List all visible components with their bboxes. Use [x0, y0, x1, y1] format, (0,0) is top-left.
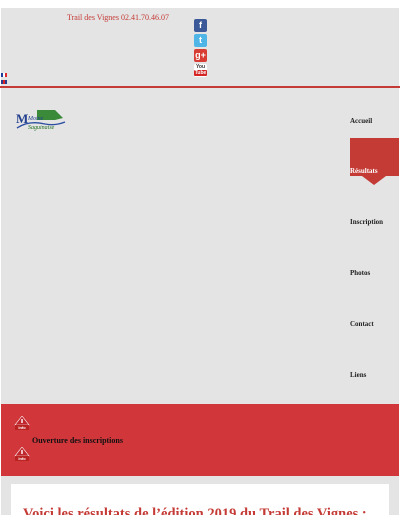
- social-links: f t g+ You Tube: [194, 19, 208, 79]
- youtube-icon[interactable]: You Tube: [194, 64, 207, 77]
- info-alert-icon: Info: [14, 416, 30, 430]
- info-alert-icon: Info: [14, 447, 30, 461]
- site-logo[interactable]: M Moine Saguinaise: [15, 108, 67, 132]
- language-switcher: [1, 73, 9, 87]
- info-badge-label: Info: [18, 456, 26, 461]
- top-header: Trail des Vignes 02.41.70.46.07 f t g+ Y…: [1, 8, 399, 86]
- facebook-icon[interactable]: f: [194, 19, 207, 32]
- google-plus-icon[interactable]: g+: [194, 49, 207, 62]
- logo-text-sub: Saguinaise: [28, 125, 55, 131]
- nav-item-photos[interactable]: Photos: [350, 269, 399, 277]
- nav-item-contact[interactable]: Contact: [350, 320, 399, 328]
- results-card: Voici les résultats de l’édition 2019 du…: [11, 484, 389, 515]
- contact-phone: Trail des Vignes 02.41.70.46.07: [67, 13, 169, 22]
- french-flag-icon[interactable]: [1, 73, 7, 77]
- youtube-tube-label: Tube: [194, 70, 207, 76]
- news-banner: Info Ouverture des inscriptions Info: [1, 404, 399, 476]
- content-area: Voici les résultats de l’édition 2019 du…: [1, 476, 399, 515]
- info-badge-label: Info: [18, 425, 26, 430]
- main-panel: M Moine Saguinaise Accueil Résultats Ins…: [1, 88, 399, 404]
- nav-item-resultats[interactable]: Résultats: [350, 138, 399, 185]
- twitter-icon[interactable]: t: [194, 34, 207, 47]
- english-flag-icon[interactable]: [1, 80, 7, 84]
- nav-item-inscription[interactable]: Inscription: [350, 218, 399, 226]
- logo-text-main: Moine: [27, 116, 44, 122]
- page-title: Voici les résultats de l’édition 2019 du…: [23, 506, 367, 515]
- nav-item-liens[interactable]: Liens: [350, 371, 399, 379]
- page: Trail des Vignes 02.41.70.46.07 f t g+ Y…: [0, 0, 400, 515]
- banner-link[interactable]: Ouverture des inscriptions: [32, 436, 123, 445]
- nav-item-accueil[interactable]: Accueil: [350, 117, 399, 125]
- svg-text:M: M: [16, 111, 28, 126]
